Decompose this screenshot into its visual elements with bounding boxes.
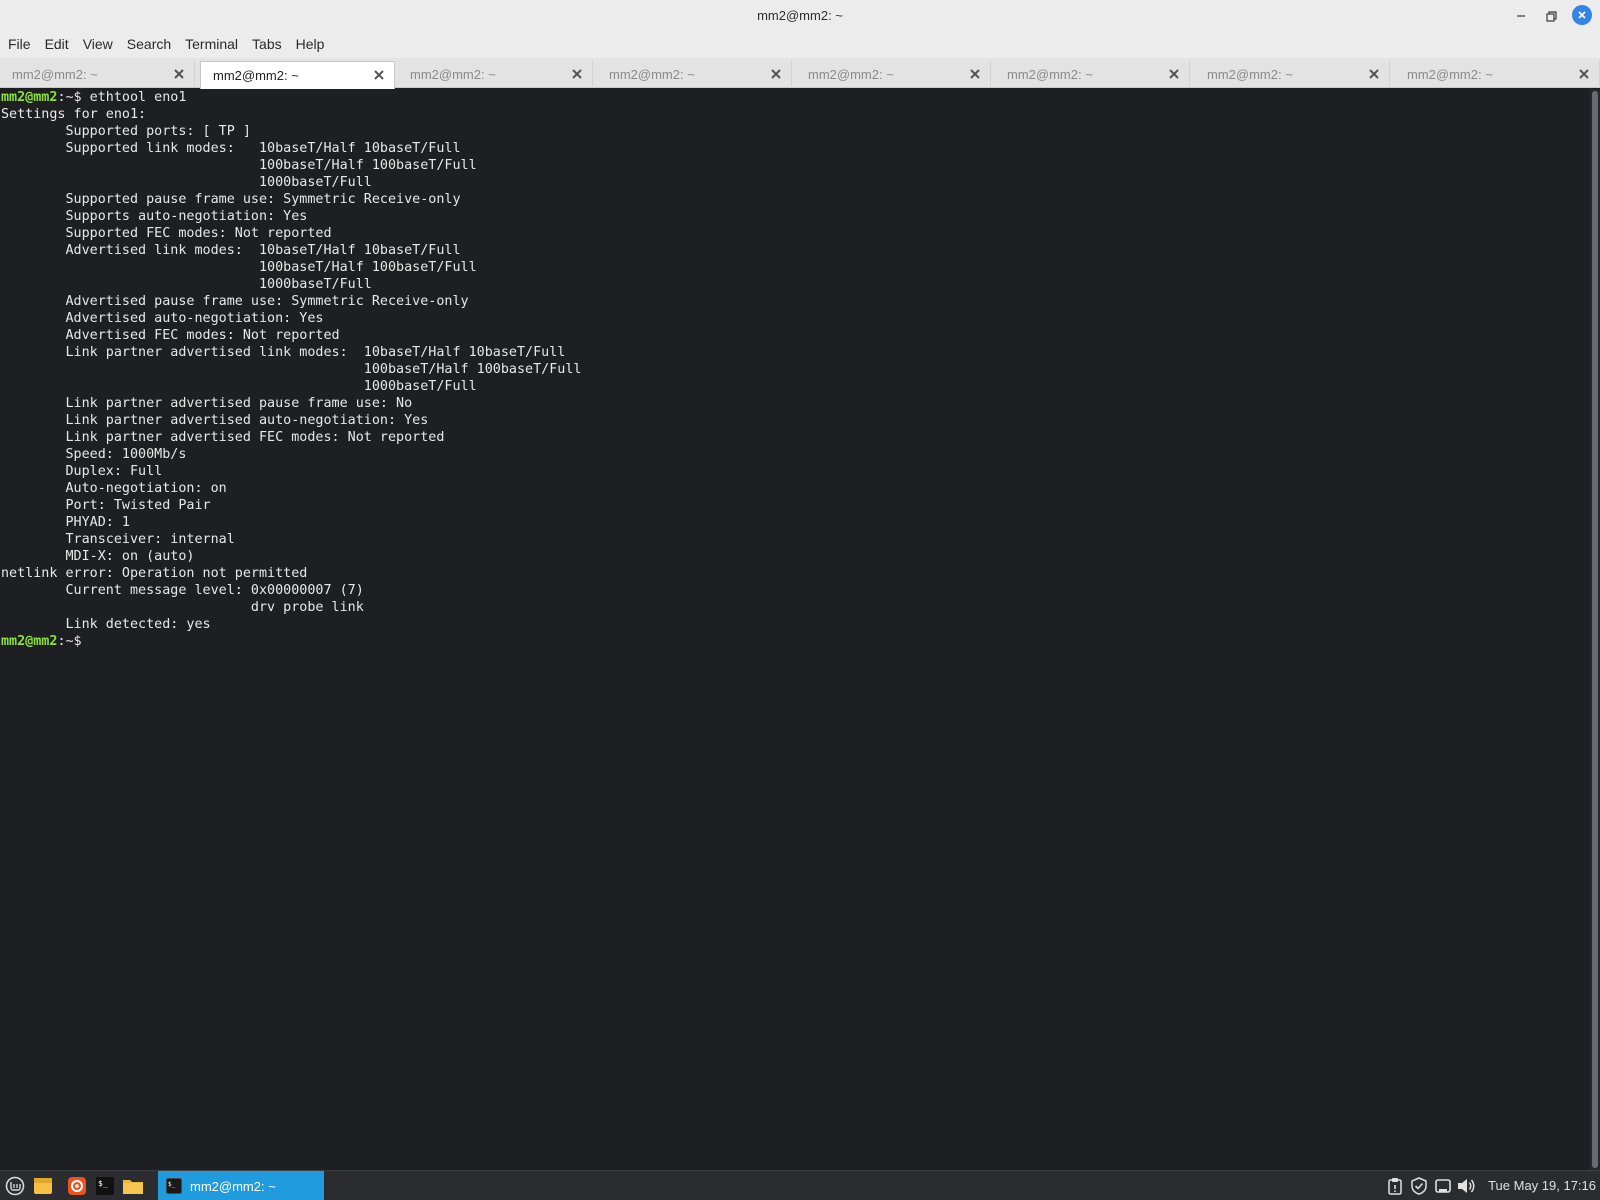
volume-icon[interactable] <box>1456 1176 1476 1196</box>
close-button[interactable] <box>1572 5 1592 25</box>
terminal-icon: $_ <box>166 1178 182 1194</box>
tab-close-icon[interactable] <box>172 67 186 81</box>
tab-label: mm2@mm2: ~ <box>609 67 695 82</box>
tab-close-icon[interactable] <box>372 68 386 82</box>
tab-label: mm2@mm2: ~ <box>1407 67 1493 82</box>
tab-close-icon[interactable] <box>1167 67 1181 81</box>
terminal-text: mm2@mm2:~$ ethtool eno1 Settings for eno… <box>0 89 1590 650</box>
tab-close-icon[interactable] <box>968 67 982 81</box>
menu-help[interactable]: Help <box>291 31 330 58</box>
terminal-output-area[interactable]: mm2@mm2:~$ ethtool eno1 Settings for eno… <box>0 89 1590 1170</box>
files-icon[interactable] <box>32 1175 54 1197</box>
menu-search[interactable]: Search <box>122 31 176 58</box>
menu-bar: File Edit View Search Terminal Tabs Help <box>0 31 1600 58</box>
network-icon[interactable] <box>1433 1176 1453 1196</box>
tab-close-icon[interactable] <box>570 67 584 81</box>
prompt-path: :~$ <box>57 90 82 105</box>
tab-label: mm2@mm2: ~ <box>1007 67 1093 82</box>
final-prompt-user: mm2@mm2 <box>1 634 58 649</box>
menu-terminal[interactable]: Terminal <box>180 31 243 58</box>
tab-label: mm2@mm2: ~ <box>808 67 894 82</box>
terminal-tab[interactable]: mm2@mm2: ~ <box>796 61 991 88</box>
menu-tabs[interactable]: Tabs <box>247 31 287 58</box>
title-bar: mm2@mm2: ~ <box>0 0 1600 31</box>
tab-close-icon[interactable] <box>1577 67 1591 81</box>
clock[interactable]: Tue May 19, 17:16 <box>1488 1171 1596 1200</box>
terminal-icon[interactable]: $_ <box>94 1175 116 1197</box>
taskbar: $_ $_ mm2@mm2: ~ Tue May 19, 17:16 <box>0 1170 1600 1200</box>
svg-text:$_: $_ <box>168 1181 176 1188</box>
mint-menu-icon[interactable] <box>4 1175 26 1197</box>
final-prompt-path: :~$ <box>57 634 82 649</box>
terminal-tab[interactable]: mm2@mm2: ~ <box>995 61 1190 88</box>
maximize-button[interactable] <box>1542 7 1560 25</box>
taskbar-window-button[interactable]: $_ mm2@mm2: ~ <box>158 1171 324 1200</box>
restore-icon <box>1545 10 1557 22</box>
tab-close-icon[interactable] <box>769 67 783 81</box>
svg-text:$_: $_ <box>98 1179 108 1188</box>
menu-view[interactable]: View <box>78 31 118 58</box>
browser-icon[interactable] <box>66 1175 88 1197</box>
folder-icon[interactable] <box>122 1175 144 1197</box>
tab-label: mm2@mm2: ~ <box>410 67 496 82</box>
minimize-button[interactable] <box>1512 7 1530 25</box>
minimize-icon <box>1517 15 1525 17</box>
window-title: mm2@mm2: ~ <box>757 8 843 23</box>
terminal-tab[interactable]: mm2@mm2: ~ <box>1395 61 1600 88</box>
shield-icon[interactable] <box>1409 1176 1429 1196</box>
tab-label: mm2@mm2: ~ <box>1207 67 1293 82</box>
tab-close-icon[interactable] <box>1367 67 1381 81</box>
prompt-user: mm2@mm2 <box>1 90 58 105</box>
clipboard-icon[interactable] <box>1385 1176 1405 1196</box>
terminal-tab[interactable]: mm2@mm2: ~ <box>1195 61 1390 88</box>
tab-label: mm2@mm2: ~ <box>12 67 98 82</box>
tab-label: mm2@mm2: ~ <box>213 68 299 83</box>
command-text: ethtool eno1 <box>81 90 187 105</box>
command-output: Settings for eno1: Supported ports: [ TP… <box>1 107 582 632</box>
terminal-tab[interactable]: mm2@mm2: ~ <box>597 61 792 88</box>
menu-edit[interactable]: Edit <box>40 31 74 58</box>
close-icon <box>1578 11 1586 19</box>
terminal-scrollbar[interactable] <box>1590 89 1600 1170</box>
terminal-tab-active[interactable]: mm2@mm2: ~ <box>200 61 395 89</box>
terminal-tab[interactable]: mm2@mm2: ~ <box>398 61 593 88</box>
tab-bar: mm2@mm2: ~ mm2@mm2: ~ mm2@mm2: ~ mm2@mm2… <box>0 58 1600 89</box>
terminal-tab[interactable]: mm2@mm2: ~ <box>0 61 195 88</box>
menu-file[interactable]: File <box>3 31 36 58</box>
scrollbar-thumb[interactable] <box>1592 91 1598 1168</box>
taskbar-window-label: mm2@mm2: ~ <box>190 1178 276 1194</box>
